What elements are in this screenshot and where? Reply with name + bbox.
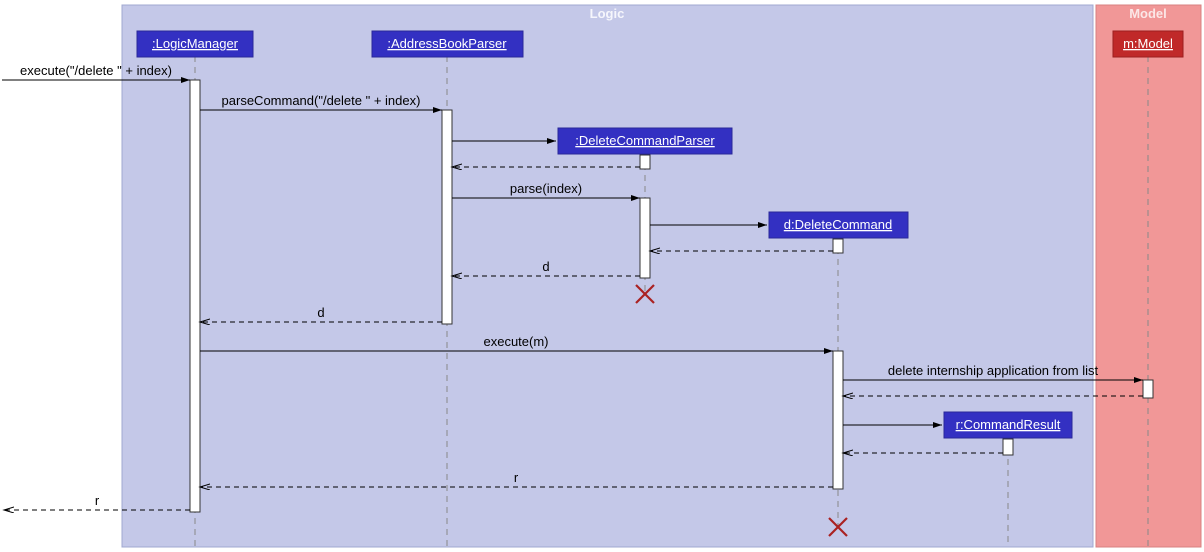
lifeline-addressbookparser-head: :AddressBookParser	[372, 31, 523, 57]
activation-deletecommandparser-1	[640, 155, 650, 169]
msg-execute-entry-label: execute("/delete " + index)	[20, 63, 172, 78]
msg-return-r-1-label: r	[514, 470, 519, 485]
msg-delete-internship-label: delete internship application from list	[888, 363, 1099, 378]
lifeline-deletecommand-label: d:DeleteCommand	[784, 217, 892, 232]
lifeline-deletecommandparser-label: :DeleteCommandParser	[575, 133, 715, 148]
activation-deletecommandparser-2	[640, 198, 650, 278]
lifeline-commandresult-label: r:CommandResult	[956, 417, 1061, 432]
msg-parsecommand-label: parseCommand("/delete " + index)	[222, 93, 421, 108]
activation-deletecommand-1	[833, 239, 843, 253]
activation-model	[1143, 380, 1153, 398]
lifeline-addressbookparser-label: :AddressBookParser	[387, 36, 507, 51]
activation-addressbookparser	[442, 110, 452, 324]
lifeline-model-head: m:Model	[1113, 31, 1183, 57]
activation-deletecommand-2	[833, 351, 843, 489]
region-logic-title: Logic	[590, 6, 625, 21]
msg-return-d-1-label: d	[542, 259, 549, 274]
msg-parse-label: parse(index)	[510, 181, 582, 196]
lifeline-commandresult-head: r:CommandResult	[944, 412, 1072, 438]
lifeline-deletecommand-head: d:DeleteCommand	[769, 212, 908, 238]
msg-execute-m-label: execute(m)	[483, 334, 548, 349]
activation-commandresult	[1003, 439, 1013, 455]
msg-return-d-2-label: d	[317, 305, 324, 320]
lifeline-logicmanager-head: :LogicManager	[137, 31, 253, 57]
lifeline-model-label: m:Model	[1123, 36, 1173, 51]
lifeline-deletecommandparser-head: :DeleteCommandParser	[558, 128, 732, 154]
msg-return-r-2-label: r	[95, 493, 100, 508]
activation-logicmanager	[190, 80, 200, 512]
lifeline-logicmanager-label: :LogicManager	[152, 36, 239, 51]
region-logic	[122, 5, 1093, 547]
region-model-title: Model	[1129, 6, 1167, 21]
